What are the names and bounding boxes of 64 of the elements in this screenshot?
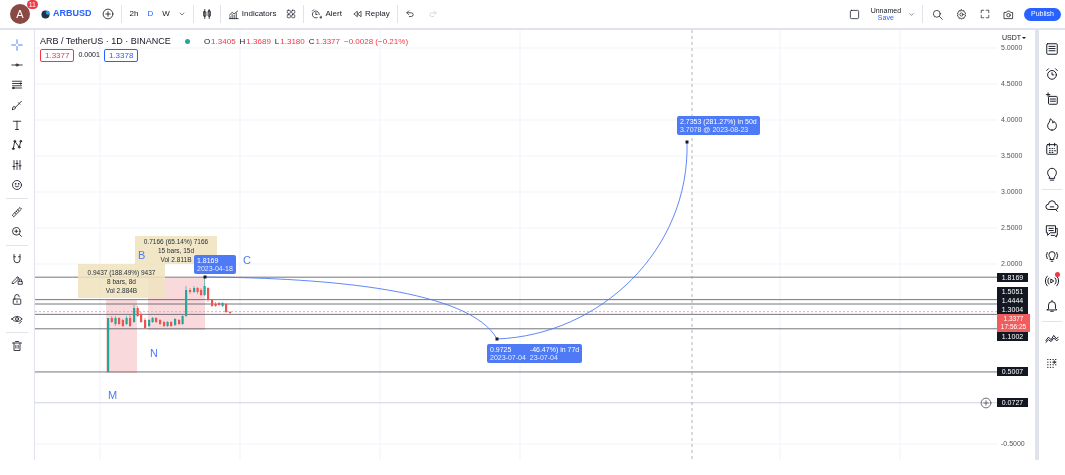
ohlc-value: 1.3377 — [315, 35, 340, 48]
zoom-in-icon[interactable] — [11, 226, 23, 238]
alarm-clock-icon[interactable] — [1045, 66, 1059, 81]
lightbulb-signal-icon[interactable] — [1045, 248, 1059, 263]
chat-icon[interactable] — [1045, 223, 1059, 238]
fullscreen-icon[interactable] — [980, 9, 991, 19]
point-label: M — [108, 389, 118, 401]
point-label: N — [150, 347, 158, 359]
calendar-icon[interactable] — [1045, 141, 1059, 156]
interval-button[interactable]: D — [146, 8, 155, 20]
text-icon[interactable] — [11, 119, 23, 131]
chart-bars-icon — [227, 8, 239, 20]
search-icon[interactable] — [932, 8, 944, 20]
settings-icon[interactable] — [956, 8, 968, 20]
replay-button[interactable]: Replay — [351, 8, 390, 20]
unlock-icon[interactable] — [11, 293, 23, 305]
indicators-button[interactable]: Indicators — [227, 8, 277, 20]
add-icon[interactable] — [101, 8, 114, 20]
rewind-icon — [351, 9, 362, 19]
candles-icon[interactable] — [200, 8, 213, 20]
flame-icon[interactable] — [1045, 116, 1059, 131]
ruler-icon[interactable] — [11, 206, 23, 218]
brush-icon[interactable] — [11, 99, 23, 111]
pencil-lock-icon[interactable] — [11, 273, 23, 285]
ohlc-value: 1.3689 — [246, 35, 271, 48]
smiley-icon[interactable] — [11, 179, 23, 191]
lightbulb-icon[interactable] — [1045, 166, 1059, 181]
pattern-icon[interactable] — [11, 139, 23, 151]
alert-button[interactable]: Alert — [311, 8, 342, 20]
symbol-search[interactable]: ARBUSD — [53, 7, 92, 21]
point-label: B — [138, 249, 146, 261]
camera-icon[interactable] — [1003, 8, 1015, 20]
price-change: −0.0028 (−0.21%) — [344, 35, 409, 48]
list-icon[interactable] — [1045, 41, 1059, 56]
lines-icon[interactable] — [11, 79, 23, 91]
ohlc-label: L — [274, 35, 280, 48]
symbol-title: ARB / TetherUS · 1D · BINANCE — [40, 35, 171, 48]
add-icon[interactable] — [980, 396, 992, 409]
grid-icon[interactable] — [286, 9, 297, 19]
eye-icon[interactable] — [11, 313, 23, 325]
undo-icon[interactable] — [404, 9, 415, 19]
avatar[interactable]: A — [10, 4, 30, 24]
buy-price[interactable]: 1.3378 — [103, 49, 139, 62]
add-list-icon[interactable] — [1045, 91, 1059, 106]
ohlc-label: O — [203, 35, 211, 48]
interval-button[interactable]: 2h — [128, 8, 140, 20]
square-icon[interactable] — [848, 8, 860, 20]
interval-button[interactable]: W — [161, 8, 171, 20]
trash-icon[interactable] — [11, 340, 23, 352]
broadcast-icon[interactable] — [1045, 273, 1059, 288]
ohlc-label: H — [239, 35, 246, 48]
ohlc-value: 1.3405 — [211, 35, 236, 48]
caret-icon[interactable] — [1022, 36, 1027, 41]
coin-icon — [41, 9, 50, 19]
sliders-icon[interactable] — [11, 159, 23, 171]
ohlc-label: C — [308, 35, 315, 48]
sell-price[interactable]: 1.3377 — [40, 49, 75, 62]
ohlc-value: 1.3180 — [280, 35, 305, 48]
chat-cloud-icon[interactable] — [1045, 198, 1059, 213]
magnet-icon[interactable] — [11, 253, 23, 265]
bell-icon[interactable] — [1045, 298, 1059, 313]
point-label: C — [243, 254, 251, 266]
alarm-plus-icon — [311, 8, 323, 20]
chevron-down-icon[interactable] — [177, 10, 186, 18]
